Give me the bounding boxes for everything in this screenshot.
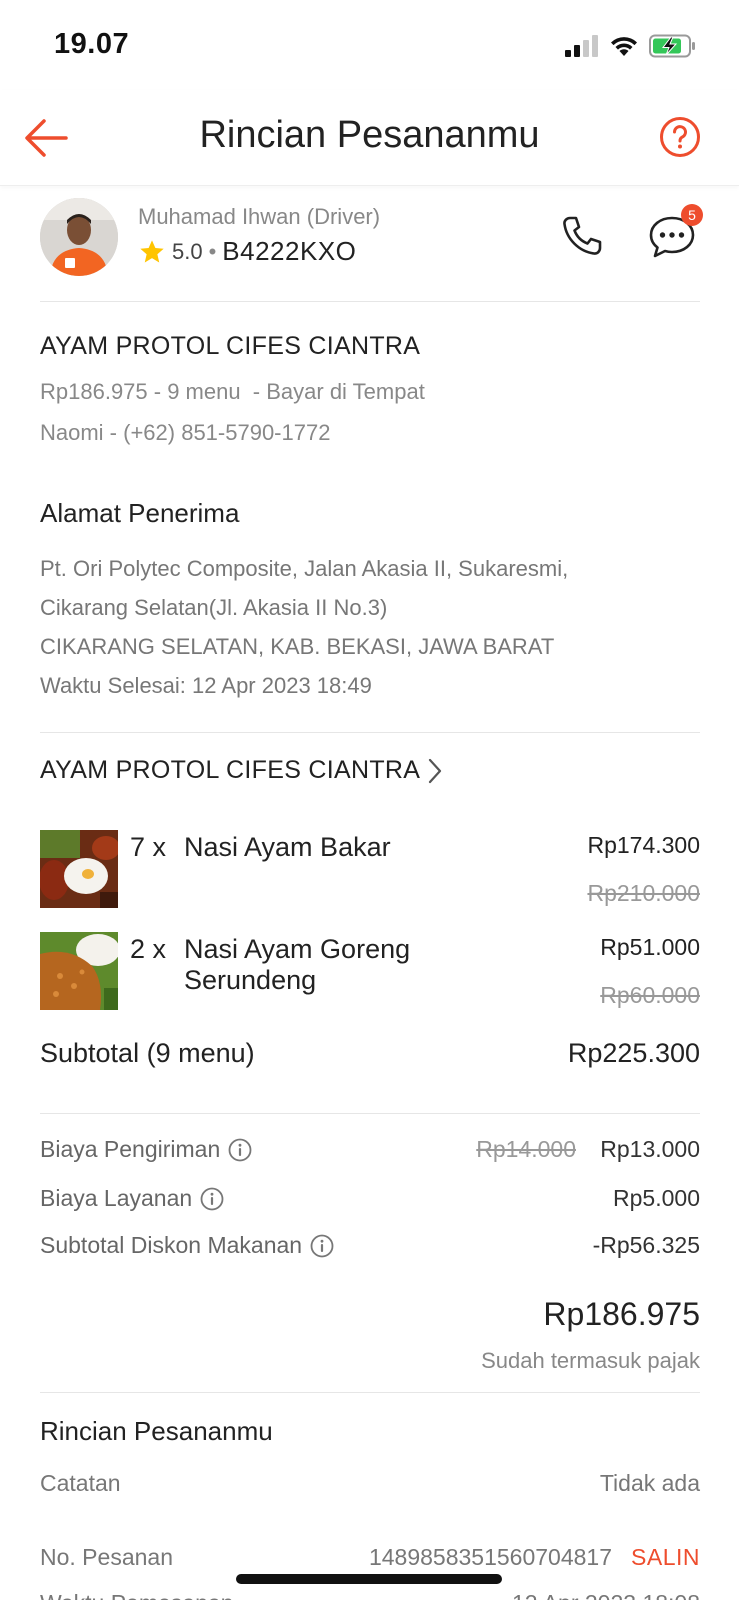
completion-time: Waktu Selesai: 12 Apr 2023 18:49 xyxy=(40,673,372,698)
item-original-price: Rp60.000 xyxy=(600,982,700,1008)
details-title: Rincian Pesananmu xyxy=(40,1416,273,1446)
store-link[interactable]: AYAM PROTOL CIFES CIANTRA xyxy=(40,756,442,785)
divider xyxy=(40,732,700,733)
call-driver-button[interactable] xyxy=(558,212,606,260)
info-icon[interactable] xyxy=(310,1234,334,1258)
unread-badge: 5 xyxy=(681,204,703,226)
fee-value: Rp13.000 xyxy=(600,1136,700,1162)
note-label: Catatan xyxy=(40,1470,121,1496)
wifi-icon xyxy=(611,37,637,56)
copy-order-number-button[interactable]: SALIN xyxy=(631,1544,700,1571)
item-original-price: Rp210.000 xyxy=(587,880,700,906)
subtotal-label: Subtotal (9 menu) xyxy=(40,1038,255,1068)
item-name: Nasi Ayam Bakar xyxy=(184,832,391,862)
tax-note: Sudah termasuk pajak xyxy=(481,1348,700,1373)
restaurant-summary: AYAM PROTOL CIFES CIANTRA Rp186.975 - 9 … xyxy=(40,332,700,446)
store-name: AYAM PROTOL CIFES CIANTRA xyxy=(40,756,421,784)
address-line: Pt. Ori Polytec Composite, Jalan Akasia … xyxy=(40,556,569,581)
star-icon xyxy=(140,239,164,262)
driver-avatar xyxy=(40,198,118,276)
fee-value: Rp5.000 xyxy=(613,1185,700,1211)
page-title: Rincian Pesananmu xyxy=(199,114,540,156)
note-value: Tidak ada xyxy=(599,1470,700,1496)
fee-label-text: Biaya Layanan xyxy=(40,1185,193,1211)
address-title: Alamat Penerima xyxy=(40,498,240,528)
subtotal-value: Rp225.300 xyxy=(567,1038,700,1068)
item-quantity: 2 x xyxy=(130,934,167,964)
fee-label: Biaya Layanan xyxy=(40,1185,224,1212)
header: Rincian Pesananmu xyxy=(0,90,739,186)
chevron-right-icon xyxy=(429,758,442,783)
home-indicator[interactable] xyxy=(236,1574,502,1584)
battery-charging-icon xyxy=(649,34,695,58)
driver-name: Muhamad Ihwan (Driver) xyxy=(138,204,381,229)
nasi-ayam-goreng-photo xyxy=(40,932,118,1010)
fee-label-text: Biaya Pengiriman xyxy=(40,1136,221,1162)
order-number-value: 1489858351560704817 xyxy=(368,1544,612,1570)
address-line: Cikarang Selatan(Jl. Akasia II No.3) xyxy=(40,595,388,620)
item-image xyxy=(40,830,118,908)
list-item: 7 x Nasi Ayam Bakar Rp174.300 Rp210.000 xyxy=(40,830,700,910)
item-quantity: 7 x xyxy=(130,832,167,862)
service-fee-row: Biaya Layanan Rp5.000 xyxy=(40,1185,700,1215)
driver-rating: 5.0 xyxy=(172,238,203,264)
item-name: Nasi Ayam Goreng Serundeng xyxy=(184,934,411,995)
customer-contact: Naomi - (+62) 851-5790-1772 xyxy=(40,420,331,445)
fee-label: Subtotal Diskon Makanan xyxy=(40,1232,334,1259)
cellular-signal-icon xyxy=(565,35,598,57)
status-icons xyxy=(565,30,697,62)
food-discount-row: Subtotal Diskon Makanan -Rp56.325 xyxy=(40,1232,700,1262)
fee-value: -Rp56.325 xyxy=(592,1232,700,1258)
divider xyxy=(40,1392,700,1393)
info-icon[interactable] xyxy=(228,1138,252,1162)
meta-separator: • xyxy=(208,238,217,264)
fee-original-value: Rp14.000 xyxy=(476,1136,576,1162)
driver-meta: 5.0 • B4222KXO xyxy=(138,236,356,267)
phone-icon xyxy=(563,216,602,255)
order-time-row: Waktu Pemesanan 12 Apr 2023 18:08 xyxy=(40,1590,700,1600)
license-plate: B4222KXO xyxy=(222,236,357,266)
order-summary: Rp186.975 - 9 menu - Bayar di Tempat xyxy=(40,379,425,404)
question-mark-icon xyxy=(660,117,700,157)
driver-card: Muhamad Ihwan (Driver) 5.0 • B4222KXO 5 xyxy=(40,196,703,302)
restaurant-name: AYAM PROTOL CIFES CIANTRA xyxy=(40,332,421,360)
help-button[interactable] xyxy=(659,116,701,158)
order-number-row: No. Pesanan 1489858351560704817 SALIN xyxy=(40,1544,700,1574)
nasi-ayam-bakar-photo xyxy=(40,830,118,908)
status-time: 19.07 xyxy=(54,28,130,60)
list-item: 2 x Nasi Ayam Goreng Serundeng Rp51.000 … xyxy=(40,932,700,1012)
delivery-address: Alamat Penerima Pt. Ori Polytec Composit… xyxy=(40,498,700,705)
info-icon[interactable] xyxy=(200,1187,224,1211)
driver-photo xyxy=(40,198,118,276)
note-row: Catatan Tidak ada xyxy=(40,1470,700,1500)
item-price: Rp174.300 xyxy=(587,832,700,858)
fee-label-text: Subtotal Diskon Makanan xyxy=(40,1232,303,1258)
item-image xyxy=(40,932,118,1010)
subtotal-row: Subtotal (9 menu) Rp225.300 xyxy=(40,1036,700,1114)
item-price: Rp51.000 xyxy=(600,934,700,960)
order-number-label: No. Pesanan xyxy=(40,1544,173,1570)
order-time-value: 12 Apr 2023 18:08 xyxy=(512,1590,700,1600)
delivery-fee-row: Biaya Pengiriman Rp14.000 Rp13.000 xyxy=(40,1136,700,1166)
address-line: CIKARANG SELATAN, KAB. BEKASI, JAWA BARA… xyxy=(40,634,555,659)
fee-label: Biaya Pengiriman xyxy=(40,1136,252,1163)
status-bar: 19.07 xyxy=(0,0,739,90)
order-total: Rp186.975 xyxy=(543,1296,700,1332)
address-block: Pt. Ori Polytec Composite, Jalan Akasia … xyxy=(40,549,700,705)
order-time-label: Waktu Pemesanan xyxy=(40,1590,233,1600)
